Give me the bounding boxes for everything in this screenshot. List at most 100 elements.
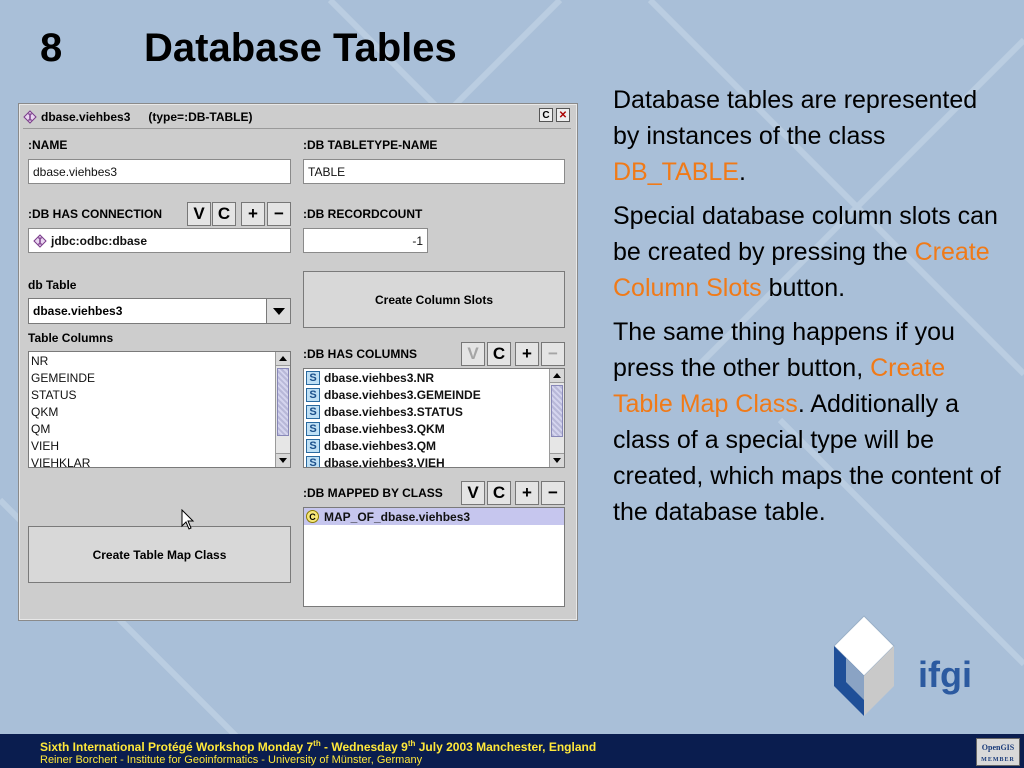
window-c-button[interactable]: C	[539, 108, 553, 122]
slot-icon: S	[306, 387, 320, 402]
slot-icon: S	[306, 404, 320, 419]
window-type: (type=:DB-TABLE)	[148, 109, 253, 124]
paragraph-2: Special database column slots can be cre…	[613, 198, 1003, 306]
list-item-label: VIEHKLAR	[31, 455, 91, 468]
list-item-label: dbase.viehbes3.VIEH	[324, 455, 445, 468]
title-divider	[23, 128, 571, 129]
slide-title: 8 Database Tables	[40, 26, 457, 71]
scroll-up-icon[interactable]	[550, 369, 564, 383]
tabletype-label: :DB TABLETYPE-NAME	[303, 138, 438, 152]
mapped-view-button[interactable]: V	[461, 481, 485, 505]
has-columns-label: :DB HAS COLUMNS	[303, 347, 417, 361]
create-table-map-class-button[interactable]: Create Table Map Class	[28, 526, 291, 583]
list-item-label: dbase.viehbes3.NR	[324, 370, 435, 385]
instance-window: dbase.viehbes3 (type=:DB-TABLE) C ✕ :NAM…	[18, 103, 578, 621]
scroll-up-icon[interactable]	[276, 352, 290, 366]
has-columns-list[interactable]: Sdbase.viehbes3.NR Sdbase.viehbes3.GEMEIN…	[303, 368, 565, 468]
footer-l1-b: - Wednesday 9	[320, 740, 408, 754]
dbtable-label: db Table	[28, 278, 77, 292]
connection-label: :DB HAS CONNECTION	[28, 207, 162, 221]
tabletype-field[interactable]: TABLE	[303, 159, 565, 184]
class-icon: C	[306, 510, 319, 523]
list-item[interactable]: Sdbase.viehbes3.QKM	[304, 420, 564, 437]
list-item[interactable]: Sdbase.viehbes3.GEMEINDE	[304, 386, 564, 403]
connection-value: jdbc:odbc:dbase	[51, 233, 148, 248]
slot-icon: S	[306, 421, 320, 436]
list-item[interactable]: C MAP_OF_dbase.viehbes3	[304, 508, 564, 525]
create-column-slots-button[interactable]: Create Column Slots	[303, 271, 565, 328]
name-field[interactable]: dbase.viehbes3	[28, 159, 291, 184]
slot-icon: S	[306, 370, 320, 385]
footer-bar: Sixth International Protégé Workshop Mon…	[0, 734, 1024, 768]
list-item[interactable]: STATUS	[29, 386, 290, 403]
mapped-create-button[interactable]: C	[487, 481, 511, 505]
list-item[interactable]: GEMEINDE	[29, 369, 290, 386]
list-item-label: dbase.viehbes3.GEMEINDE	[324, 387, 481, 402]
window-close-button[interactable]: ✕	[556, 108, 570, 122]
list-item[interactable]: QM	[29, 420, 290, 437]
list-item-label: GEMEINDE	[31, 370, 96, 385]
mapped-by-class-list[interactable]: C MAP_OF_dbase.viehbes3	[303, 507, 565, 607]
footer-l1-a: Sixth International Protégé Workshop Mon…	[40, 740, 314, 754]
slide-title-text: Database Tables	[144, 26, 457, 70]
recordcount-field[interactable]: -1	[303, 228, 428, 253]
columns-add-button[interactable]: +	[515, 342, 539, 366]
columns-view-button[interactable]: V	[461, 342, 485, 366]
table-columns-label: Table Columns	[28, 331, 114, 345]
list-item-label: dbase.viehbes3.QKM	[324, 421, 445, 436]
connection-view-button[interactable]: V	[187, 202, 211, 226]
connection-create-button[interactable]: C	[212, 202, 236, 226]
ogc-line-1: OpenGIS	[981, 743, 1015, 752]
mouse-cursor-icon	[181, 509, 195, 530]
ogc-line-2: MEMBER	[981, 757, 1015, 763]
list-item[interactable]: NR	[29, 352, 290, 369]
scroll-thumb[interactable]	[277, 368, 289, 436]
chevron-down-icon[interactable]	[266, 299, 290, 323]
window-title: dbase.viehbes3	[41, 109, 131, 124]
table-columns-list[interactable]: NR GEMEINDE STATUS QKM QM VIEH VIEHKLAR	[28, 351, 291, 468]
dbtable-value: dbase.viehbes3	[33, 304, 123, 318]
recordcount-label: :DB RECORDCOUNT	[303, 207, 423, 221]
list-item-label: MAP_OF_dbase.viehbes3	[324, 509, 471, 524]
list-item[interactable]: VIEHKLAR	[29, 454, 290, 468]
list-item[interactable]: Sdbase.viehbes3.QM	[304, 437, 564, 454]
ifgi-logo-text: ifgi	[918, 654, 972, 695]
paragraph-3: The same thing happens if you press the …	[613, 314, 1003, 530]
mapped-by-class-label: :DB MAPPED BY CLASS	[303, 486, 443, 500]
connection-remove-button[interactable]: −	[267, 202, 291, 226]
mapped-remove-button[interactable]: −	[541, 481, 565, 505]
footer-line-2: Reiner Borchert - Institute for Geoinfor…	[40, 754, 423, 766]
has-columns-scrollbar[interactable]	[549, 369, 564, 467]
p1-tail: .	[738, 158, 746, 186]
slot-icon: S	[306, 438, 320, 453]
scroll-down-icon[interactable]	[276, 453, 290, 467]
table-columns-scrollbar[interactable]	[275, 352, 290, 467]
connection-field[interactable]: jdbc:odbc:dbase	[28, 228, 291, 253]
name-label: :NAME	[28, 138, 68, 152]
list-item-label: NR	[31, 353, 49, 368]
list-item[interactable]: Sdbase.viehbes3.STATUS	[304, 403, 564, 420]
scroll-thumb[interactable]	[551, 385, 563, 437]
columns-create-button[interactable]: C	[487, 342, 511, 366]
ifgi-logo-icon	[833, 615, 895, 716]
list-item[interactable]: QKM	[29, 403, 290, 420]
slide-body-text: Database tables are represented by insta…	[613, 82, 1003, 538]
list-item-label: dbase.viehbes3.STATUS	[324, 404, 463, 419]
connection-add-button[interactable]: +	[241, 202, 265, 226]
list-item[interactable]: Sdbase.viehbes3.VIEH	[304, 454, 564, 468]
dbtable-select[interactable]: dbase.viehbes3	[28, 298, 291, 324]
columns-remove-button[interactable]: −	[541, 342, 565, 366]
paragraph-1: Database tables are represented by insta…	[613, 82, 1003, 190]
p1-text: Database tables are represented by insta…	[613, 86, 978, 150]
list-item[interactable]: Sdbase.viehbes3.NR	[304, 369, 564, 386]
list-item[interactable]: VIEH	[29, 437, 290, 454]
window-title-bar: dbase.viehbes3 (type=:DB-TABLE)	[23, 108, 575, 125]
mapped-add-button[interactable]: +	[515, 481, 539, 505]
footer-l1-c: July 2003 Manchester, England	[415, 740, 597, 754]
slide-number: 8	[40, 26, 63, 70]
list-item-label: QKM	[31, 404, 59, 419]
list-item-label: VIEH	[31, 438, 60, 453]
footer-line-1: Sixth International Protégé Workshop Mon…	[40, 739, 596, 754]
list-item-label: QM	[31, 421, 51, 436]
scroll-down-icon[interactable]	[550, 453, 564, 467]
